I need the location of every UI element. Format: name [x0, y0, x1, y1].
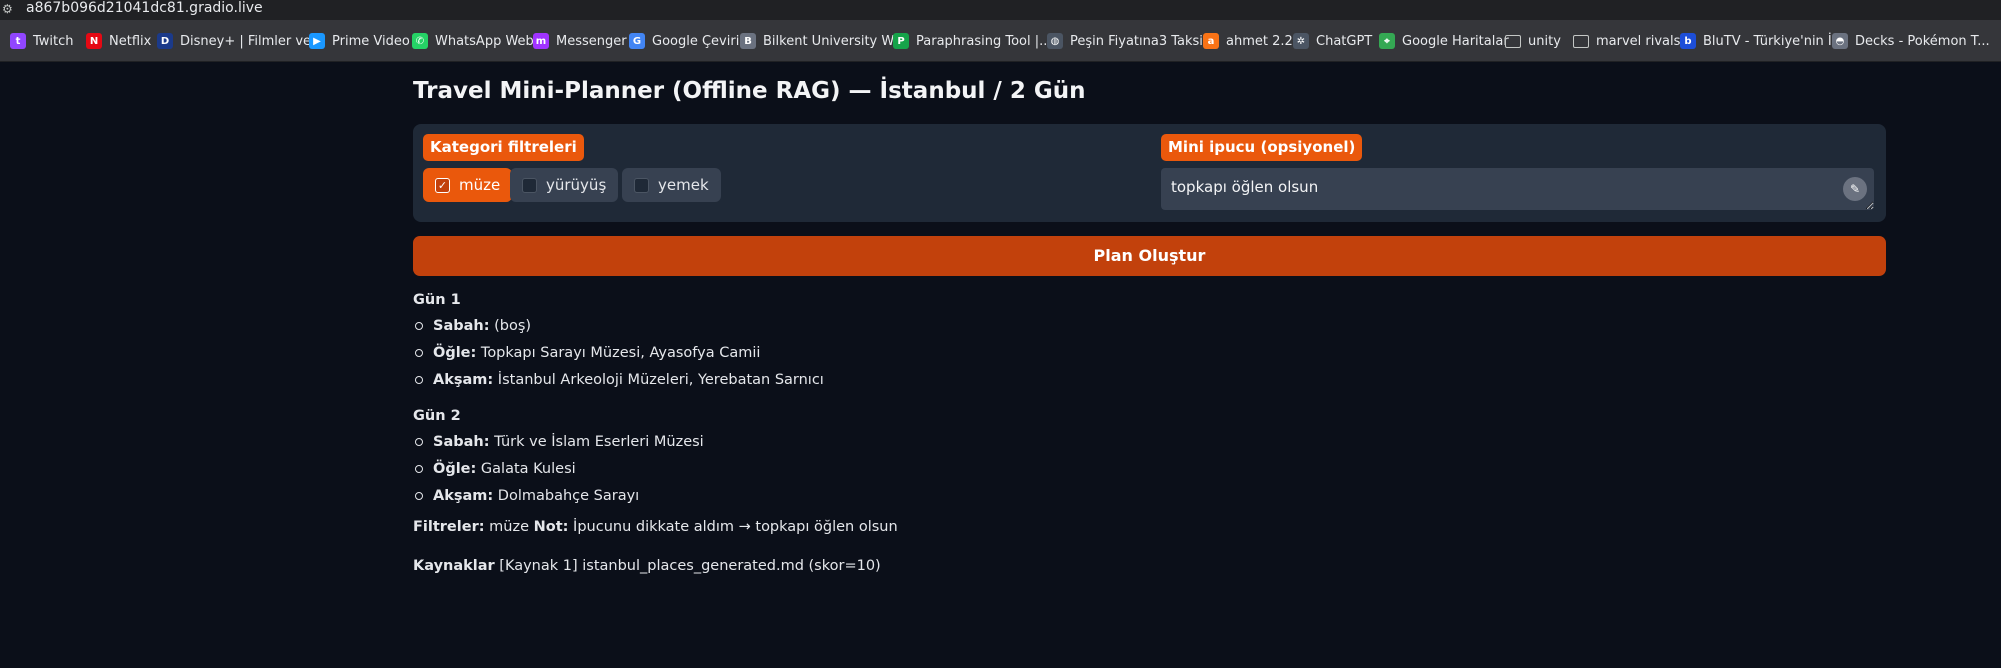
bookmark-paraphrasing[interactable]: P Paraphrasing Tool |...	[893, 20, 1052, 62]
filters-label: Kategori filtreleri	[423, 134, 584, 161]
bookmark-chatgpt[interactable]: ✲ ChatGPT	[1293, 20, 1372, 62]
bookmark-pokemon-decks[interactable]: ◓ Decks - Pokémon T...	[1832, 20, 1990, 62]
bookmark-whatsapp[interactable]: ✆ WhatsApp Web	[412, 20, 534, 62]
google-translate-icon: G	[629, 33, 645, 49]
ahmet-icon: a	[1203, 33, 1219, 49]
checkbox-icon	[522, 177, 537, 193]
twitch-icon: t	[10, 33, 26, 49]
bookmark-bilkent[interactable]: B Bilkent University W...	[740, 20, 905, 62]
list-item: Sabah: (boş)	[413, 316, 1813, 343]
list-item: Akşam: Dolmabahçe Sarayı	[413, 486, 1813, 513]
day-1-title: Gün 1	[413, 292, 461, 308]
bookmark-twitch[interactable]: t Twitch	[10, 20, 74, 62]
bookmark-google-translate[interactable]: G Google Çeviri	[629, 20, 739, 62]
filters-note-line: Filtreler: müze Not: İpucunu dikkate ald…	[413, 519, 898, 535]
netflix-icon: N	[86, 33, 102, 49]
sources-line: Kaynaklar [Kaynak 1] istanbul_places_gen…	[413, 558, 881, 574]
filter-checkbox-yuruyus[interactable]: yürüyüş	[510, 168, 619, 202]
bookmark-messenger[interactable]: m Messenger	[533, 20, 627, 62]
list-item: Sabah: Türk ve İslam Eserleri Müzesi	[413, 432, 1813, 459]
whatsapp-icon: ✆	[412, 33, 428, 49]
bilkent-icon: B	[740, 33, 756, 49]
paraphrasing-icon: P	[893, 33, 909, 49]
bookmark-netflix[interactable]: N Netflix	[86, 20, 151, 62]
day-2-title: Gün 2	[413, 408, 461, 424]
plan-output: Gün 1 Sabah: (boş) Öğle: Topkapı Sarayı …	[413, 290, 1813, 576]
gradio-app: Travel Mini-Planner (Offline RAG) — İsta…	[0, 62, 2001, 668]
bookmark-pesin-fiyatina[interactable]: ◍ Peşin Fiyatına3 Taksi...	[1047, 20, 1215, 62]
checkbox-icon	[634, 177, 649, 193]
checkmark-icon: ✓	[435, 177, 450, 193]
create-plan-button[interactable]: Plan Oluştur	[413, 236, 1886, 276]
messenger-icon: m	[533, 33, 549, 49]
list-item: Akşam: İstanbul Arkeoloji Müzeleri, Yere…	[413, 370, 1813, 397]
day-1-list: Sabah: (boş) Öğle: Topkapı Sarayı Müzesi…	[413, 316, 1813, 397]
bookmarks-bar: t Twitch N Netflix D Disney+ | Filmler ve..…	[0, 20, 2001, 62]
filter-checkbox-muze[interactable]: ✓ müze	[423, 168, 513, 202]
chatgpt-icon: ✲	[1293, 33, 1309, 49]
pokemon-icon: ◓	[1832, 33, 1848, 49]
input-panel: Kategori filtreleri ✓ müze yürüyüş yemek…	[413, 124, 1886, 222]
folder-icon	[1505, 34, 1521, 48]
bookmark-ahmet[interactable]: a ahmet 2.2	[1203, 20, 1293, 62]
hint-label: Mini ipucu (opsiyonel)	[1161, 134, 1363, 161]
bookmark-prime-video[interactable]: ▶ Prime Video	[309, 20, 410, 62]
day-2-list: Sabah: Türk ve İslam Eserleri Müzesi Öğl…	[413, 432, 1813, 513]
disney-icon: D	[157, 33, 173, 49]
google-maps-icon: ⌖	[1379, 33, 1395, 49]
folder-icon	[1573, 34, 1589, 48]
globe-icon: ◍	[1047, 33, 1063, 49]
blutv-icon: b	[1680, 33, 1696, 49]
bookmark-folder-unity[interactable]: unity	[1505, 20, 1561, 62]
grammarly-icon[interactable]: ✎	[1843, 177, 1867, 201]
bookmark-blutv[interactable]: b BluTV - Türkiye'nin İ...	[1680, 20, 1844, 62]
url-text[interactable]: a867b096d21041dc81.gradio.live	[26, 0, 263, 16]
prime-video-icon: ▶	[309, 33, 325, 49]
list-item: Öğle: Topkapı Sarayı Müzesi, Ayasofya Ca…	[413, 343, 1813, 370]
hint-textarea[interactable]	[1161, 168, 1874, 210]
filter-checkbox-yemek[interactable]: yemek	[622, 168, 721, 202]
bookmark-folder-marvel-rivals[interactable]: marvel rivals	[1573, 20, 1680, 62]
page-title: Travel Mini-Planner (Offline RAG) — İsta…	[413, 78, 1086, 104]
site-settings-icon[interactable]: ⚙	[2, 2, 16, 16]
bookmark-google-maps[interactable]: ⌖ Google Haritalar	[1379, 20, 1509, 62]
list-item: Öğle: Galata Kulesi	[413, 459, 1813, 486]
address-bar[interactable]: ⚙ a867b096d21041dc81.gradio.live	[0, 0, 2001, 20]
bookmark-disney[interactable]: D Disney+ | Filmler ve...	[157, 20, 323, 62]
